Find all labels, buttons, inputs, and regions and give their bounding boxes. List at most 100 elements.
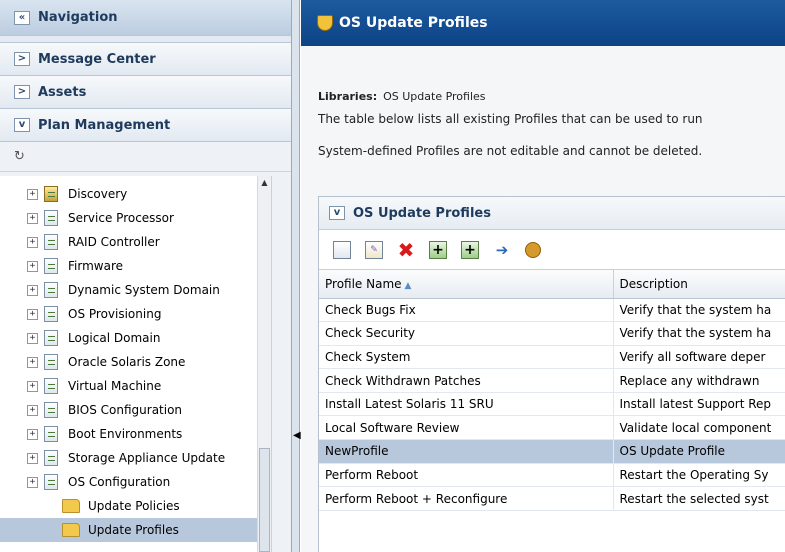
copy-profile-icon[interactable]: + bbox=[429, 240, 447, 259]
libraries-line: Libraries: OS Update Profiles bbox=[318, 90, 785, 103]
description-cell: Verify that the system ha bbox=[613, 321, 785, 346]
expand-icon[interactable]: + bbox=[27, 380, 38, 392]
profile-name-cell: Check Security bbox=[319, 321, 614, 346]
expand-icon[interactable]: + bbox=[27, 428, 38, 440]
expand-icon[interactable]: + bbox=[27, 356, 38, 368]
profile-icon bbox=[44, 402, 58, 418]
tree-item[interactable]: + Storage Appliance Update bbox=[0, 446, 271, 470]
tree-item[interactable]: + Virtual Machine bbox=[0, 374, 271, 398]
profile-icon bbox=[44, 474, 58, 490]
navigation-pane: « Navigation > Message Center > Assets v… bbox=[0, 0, 292, 552]
tree-item[interactable]: + Boot Environments bbox=[0, 422, 271, 446]
tree-item[interactable]: + RAID Controller bbox=[0, 230, 271, 254]
table-row[interactable]: Perform Reboot Restart the Operating Sy bbox=[319, 463, 785, 488]
table-row[interactable]: Check Bugs Fix Verify that the system ha bbox=[319, 298, 785, 323]
profile-name-cell: Local Software Review bbox=[319, 415, 614, 441]
panel-header[interactable]: v OS Update Profiles bbox=[319, 197, 785, 230]
export-icon[interactable] bbox=[525, 241, 541, 258]
tree-item[interactable]: + OS Provisioning bbox=[0, 302, 271, 326]
tree-item-label: Storage Appliance Update bbox=[68, 451, 226, 465]
tree-rows: + Discovery + Service Processor + RAID Contro… bbox=[0, 176, 271, 542]
profile-name-cell: Perform Reboot + Reconfigure bbox=[319, 486, 614, 511]
profile-icon bbox=[44, 378, 58, 394]
expand-icon[interactable]: + bbox=[27, 284, 38, 296]
refresh-icon[interactable]: ↻ bbox=[14, 149, 25, 164]
table-row[interactable]: Check Security Verify that the system ha bbox=[319, 321, 785, 346]
import-icon[interactable]: ➔ bbox=[493, 241, 511, 259]
profile-icon bbox=[44, 306, 58, 322]
update-profile-icon bbox=[317, 15, 333, 31]
tree-item[interactable]: + Firmware bbox=[0, 254, 271, 278]
page-title: OS Update Profiles bbox=[339, 15, 488, 31]
description-cell: Verify all software deper bbox=[613, 345, 785, 370]
tree-item-label: Discovery bbox=[68, 187, 128, 201]
expand-icon[interactable]: + bbox=[27, 188, 38, 200]
expand-icon[interactable]: + bbox=[27, 452, 38, 464]
tree-item-label: Oracle Solaris Zone bbox=[68, 355, 186, 369]
panel-title: OS Update Profiles bbox=[353, 205, 491, 221]
profile-icon bbox=[44, 450, 58, 466]
description-cell: Restart the Operating Sy bbox=[613, 463, 785, 488]
scroll-thumb[interactable] bbox=[259, 448, 270, 552]
tree-item[interactable]: + Discovery bbox=[0, 182, 271, 206]
profile-icon bbox=[44, 282, 58, 298]
delete-icon[interactable]: ✖ bbox=[397, 238, 415, 262]
page-header: OS Update Profiles bbox=[301, 0, 785, 46]
duplicate-profile-icon[interactable]: + bbox=[461, 240, 479, 259]
column-profile-name[interactable]: Profile Name ▲ bbox=[319, 270, 614, 299]
section-message-center[interactable]: > Message Center bbox=[0, 43, 291, 76]
table-row[interactable]: Perform Reboot + Reconfigure Restart the … bbox=[319, 486, 785, 511]
expand-icon[interactable]: + bbox=[27, 260, 38, 272]
tree-item-label: OS Provisioning bbox=[68, 307, 162, 321]
description-cell: Install latest Support Rep bbox=[613, 392, 785, 417]
tree-item[interactable]: Update Profiles bbox=[0, 518, 271, 542]
create-profile-icon[interactable] bbox=[333, 240, 351, 259]
expand-icon[interactable]: + bbox=[27, 212, 38, 224]
tree-item-label: OS Configuration bbox=[68, 475, 171, 489]
tree-item[interactable]: + OS Configuration bbox=[0, 470, 271, 494]
collapse-pane-icon[interactable]: ◀ bbox=[293, 430, 301, 441]
tree-item[interactable]: + Logical Domain bbox=[0, 326, 271, 350]
description-note: System-defined Profiles are not editable… bbox=[318, 144, 703, 158]
profiles-panel: v OS Update Profiles ✎ ✖ + + ➔ Profile N… bbox=[318, 196, 785, 552]
table-header-row: Profile Name ▲ Description bbox=[319, 270, 785, 299]
table-row[interactable]: Install Latest Solaris 11 SRU Install lat… bbox=[319, 392, 785, 417]
expand-icon[interactable]: + bbox=[27, 476, 38, 488]
tree-item[interactable]: + Oracle Solaris Zone bbox=[0, 350, 271, 374]
tree-item-label: BIOS Configuration bbox=[68, 403, 183, 417]
description-text: The table below lists all existing Profi… bbox=[318, 112, 703, 126]
description-cell: Replace any withdrawn bbox=[613, 368, 785, 393]
description-cell: Verify that the system ha bbox=[613, 298, 785, 323]
tree-item[interactable]: + BIOS Configuration bbox=[0, 398, 271, 422]
expand-icon[interactable]: + bbox=[27, 236, 38, 248]
table-row[interactable]: Check System Verify all software deper bbox=[319, 345, 785, 370]
expand-icon[interactable]: + bbox=[27, 332, 38, 344]
main-content: OS Update Profiles Libraries: OS Update P… bbox=[301, 0, 785, 552]
column-description[interactable]: Description bbox=[613, 270, 785, 299]
tree-item[interactable]: Update Policies bbox=[0, 494, 271, 518]
discovery-icon bbox=[44, 186, 58, 202]
navigation-header[interactable]: « Navigation bbox=[0, 0, 291, 36]
chevron-down-icon[interactable]: v bbox=[329, 206, 345, 220]
table-row[interactable]: NewProfile OS Update Profile bbox=[319, 439, 785, 464]
section-plan-management[interactable]: v Plan Management bbox=[0, 109, 291, 142]
tree-item[interactable]: + Service Processor bbox=[0, 206, 271, 230]
expand-icon[interactable]: + bbox=[27, 404, 38, 416]
tree-item-label: Firmware bbox=[68, 259, 123, 273]
pane-splitter[interactable]: ◀ bbox=[292, 0, 301, 552]
section-label: Message Center bbox=[38, 51, 156, 67]
table-row[interactable]: Local Software Review Validate local comp… bbox=[319, 415, 785, 441]
expand-icon[interactable]: + bbox=[27, 308, 38, 320]
section-label: Assets bbox=[38, 84, 87, 100]
collapse-icon[interactable]: « bbox=[14, 10, 30, 25]
section-assets[interactable]: > Assets bbox=[0, 76, 291, 109]
separator bbox=[0, 36, 291, 43]
tree-item[interactable]: + Dynamic System Domain bbox=[0, 278, 271, 302]
scroll-up-icon[interactable]: ▲ bbox=[258, 176, 271, 190]
tree-scrollbar[interactable]: ▲ bbox=[257, 176, 271, 552]
table-row[interactable]: Check Withdrawn Patches Replace any withd… bbox=[319, 368, 785, 393]
folder-icon bbox=[62, 523, 80, 537]
tree-item-label: Update Profiles bbox=[88, 523, 179, 537]
profiles-table: Profile Name ▲ Description Check Bugs Fix… bbox=[319, 270, 785, 511]
edit-profile-icon[interactable]: ✎ bbox=[365, 240, 383, 259]
